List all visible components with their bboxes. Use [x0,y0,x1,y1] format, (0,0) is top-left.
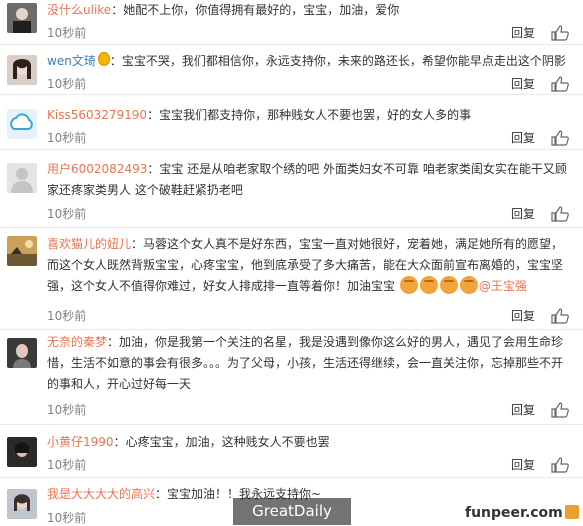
avatar[interactable] [7,3,37,33]
comment-item: 没什么ulike：她配不上你，你值得拥有最好的，宝宝，加油，爱你 10秒前 回复 [0,0,583,45]
timestamp: 10秒前 [47,403,87,417]
username-link[interactable]: 用户6002082493 [47,162,147,176]
avatar[interactable] [7,55,37,85]
timestamp: 10秒前 [47,207,87,221]
comment-item: 小黄仔1990：心疼宝宝，加油，这种贱女人不要也罢 10秒前 回复 [0,425,583,478]
reply-button[interactable]: 回复 [511,75,535,92]
timestamp: 10秒前 [47,77,87,91]
like-icon[interactable] [550,457,570,473]
timestamp: 10秒前 [47,511,87,525]
username-link[interactable]: 没什么ulike [47,3,111,17]
watermark-greatdaily: GreatDaily [233,498,351,525]
timestamp: 10秒前 [47,131,87,145]
username-link[interactable]: 小黄仔1990 [47,435,114,449]
avatar[interactable] [7,236,37,266]
comment-item: 喜欢猫儿的妞儿：马蓉这个女人真不是好东西，宝宝一直对她很好，宠着她，满足她所有的… [0,228,583,330]
fist-emoji-icon [399,276,418,294]
watermark-funpeer: funpeer.com [465,505,579,521]
comment-text: 加油，你是我第一个关注的名星，我是没遇到像你这么好的男人，遇见了会用生命珍惜，生… [47,335,564,391]
username-link[interactable]: 无奈的秦梦 [47,335,107,349]
comment-item: wen文琦 ：宝宝不哭，我们都相信你，永远支持你，未来的路还长，希望你能早点走出这… [0,45,583,95]
comment-item: Kiss5603279190：宝宝我们都支持你，那种贱女人不要也罢，好的女人多的… [0,95,583,150]
username-link[interactable]: 喜欢猫儿的妞儿 [47,237,131,251]
avatar[interactable] [7,437,37,467]
reply-button[interactable]: 回复 [511,307,535,324]
pencil-icon [564,505,579,519]
comment-item: 无奈的秦梦：加油，你是我第一个关注的名星，我是没遇到像你这么好的男人，遇见了会用… [0,330,583,425]
username-link[interactable]: wen文琦 [47,54,96,68]
like-icon[interactable] [550,206,570,222]
timestamp: 10秒前 [47,309,87,323]
fist-emoji-icon [459,276,478,294]
like-icon[interactable] [550,308,570,324]
reply-button[interactable]: 回复 [511,205,535,222]
reply-button[interactable]: 回复 [511,456,535,473]
comment-text: 宝宝不哭，我们都相信你，永远支持你，未来的路还长，希望你能早点走出这个阴影 [121,54,566,68]
avatar[interactable] [7,163,37,193]
like-icon[interactable] [550,25,570,41]
reply-button[interactable]: 回复 [511,401,535,418]
username-link[interactable]: 我是大大大大的高兴 [47,487,155,501]
reply-button[interactable]: 回复 [511,129,535,146]
timestamp: 10秒前 [47,458,87,472]
avatar[interactable] [7,338,37,368]
comment-text: 她配不上你，你值得拥有最好的，宝宝，加油，爱你 [123,3,400,17]
username-link[interactable]: Kiss5603279190 [47,108,147,122]
badge-icon [97,52,110,66]
fist-emoji-icon [439,276,458,294]
avatar[interactable] [7,489,37,519]
fist-emoji-icon [419,276,438,294]
mention-link[interactable]: @王宝强 [479,279,527,293]
comment-text: 心疼宝宝，加油，这种贱女人不要也罢 [125,435,330,449]
comment-text: 宝宝我们都支持你，那种贱女人不要也罢，好的女人多的事 [159,108,472,122]
reply-button[interactable]: 回复 [511,24,535,41]
avatar[interactable] [7,109,37,139]
like-icon[interactable] [550,130,570,146]
like-icon[interactable] [550,402,570,418]
like-icon[interactable] [550,76,570,92]
timestamp: 10秒前 [47,26,87,40]
comment-item: 用户6002082493：宝宝 还是从咱老家取个绣的吧 外面类妇女不可靠 咱老家… [0,150,583,228]
